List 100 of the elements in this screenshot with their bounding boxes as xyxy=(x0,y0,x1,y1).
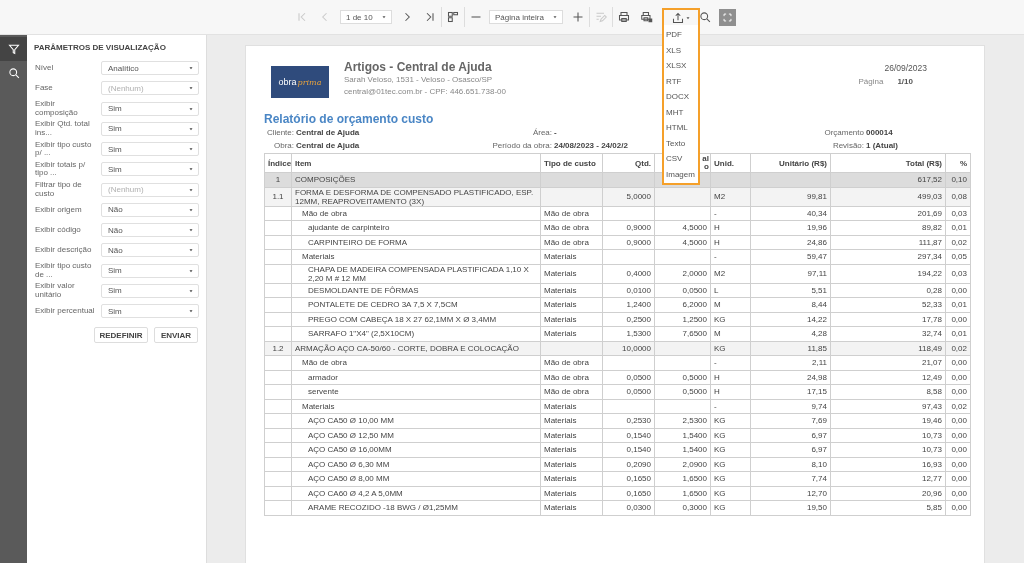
table-cell: DESMOLDANTE DE FÔRMAS xyxy=(291,283,541,298)
menu-item[interactable]: MHT xyxy=(664,104,698,120)
submit-button[interactable]: ENVIAR xyxy=(154,327,198,344)
table-cell: 4,28 xyxy=(750,326,831,341)
table-cell: Materiais xyxy=(540,428,603,443)
zoom-select[interactable]: Página inteira xyxy=(489,10,563,24)
table-cell: 40,34 xyxy=(750,206,831,221)
caret-icon xyxy=(188,65,194,72)
menu-item[interactable]: CSV xyxy=(664,151,698,167)
table-cell: M xyxy=(710,297,751,312)
meta-value: Central de Ajuda xyxy=(296,127,360,139)
menu-item[interactable]: XLSX xyxy=(664,58,698,74)
field-label: Exibir descrição xyxy=(35,246,93,255)
search-icon[interactable] xyxy=(699,11,711,23)
table-cell: CHAPA DE MADEIRA COMPENSADA PLASTIFICADA 1,10 X 2,20 M # 12 MM xyxy=(291,264,541,283)
menu-item[interactable]: XLS xyxy=(664,42,698,58)
field-label: Nível xyxy=(35,63,55,73)
page-select[interactable]: 1 de 10 xyxy=(340,10,392,24)
table-cell: - xyxy=(710,206,751,221)
table-cell: 17,15 xyxy=(750,384,831,399)
table-cell: 0,00 xyxy=(945,471,971,486)
zoom-in-icon[interactable] xyxy=(572,11,584,23)
table-cell: 2,5300 xyxy=(654,413,711,428)
select-field[interactable]: Sim xyxy=(101,263,199,278)
select-field[interactable]: Sim xyxy=(101,121,199,136)
select-field[interactable]: Sim xyxy=(101,283,199,298)
table-cell: Materiais xyxy=(540,457,603,472)
menu-item[interactable]: HTML xyxy=(664,120,698,136)
company-contact: central@01tec.com.br - CPF: 446.651.738-00 xyxy=(344,86,506,98)
table-cell: 0,00 xyxy=(945,442,971,457)
table-cell: 0,00 xyxy=(945,384,971,399)
table-cell: 201,69 xyxy=(830,206,946,221)
table-cell: 0,5000 xyxy=(654,384,711,399)
table-cell: 0,0500 xyxy=(602,384,655,399)
field-label: Exibir composição xyxy=(35,100,79,118)
table-cell: M2 xyxy=(710,264,751,283)
table-cell: Materiais xyxy=(540,283,603,298)
column-header: Total (R$) xyxy=(830,153,946,173)
meta-label: Obra: xyxy=(274,139,294,152)
multi-page-icon[interactable] xyxy=(447,11,459,23)
select-field[interactable]: Sim xyxy=(101,304,199,319)
filter-icon xyxy=(7,43,20,55)
table-cell: 59,47 xyxy=(750,249,831,264)
table-cell: 0,00 xyxy=(945,283,971,298)
page-label: Página xyxy=(858,76,884,88)
select-field[interactable]: Sim xyxy=(101,142,199,157)
select-field[interactable]: Sim xyxy=(101,101,199,116)
table-cell: Materiais xyxy=(540,442,603,457)
meta-value: 24/08/2023 - 24/02/2 xyxy=(554,139,628,152)
table-cell: 12,70 xyxy=(750,486,831,501)
table-cell: Mão de obra xyxy=(291,206,541,221)
last-page-icon[interactable] xyxy=(424,11,436,23)
table-cell: 1,2400 xyxy=(602,297,655,312)
table-cell: Materiais xyxy=(540,413,603,428)
table-cell: Materiais xyxy=(540,249,603,264)
table-cell: 52,33 xyxy=(830,297,946,312)
table-cell: 0,3000 xyxy=(654,500,711,515)
table-cell: 0,9000 xyxy=(602,235,655,250)
caret-icon xyxy=(381,14,387,20)
menu-item[interactable]: PDF xyxy=(664,27,698,43)
table-cell: 0,1540 xyxy=(602,428,655,443)
table-cell: Materiais xyxy=(540,297,603,312)
table-cell: Materiais xyxy=(540,399,603,414)
upload-icon[interactable] xyxy=(671,11,684,24)
meta-value: Central de Ajuda xyxy=(296,139,360,152)
menu-item[interactable]: Texto xyxy=(664,135,698,151)
select-field[interactable]: Não xyxy=(101,243,199,258)
select-field[interactable]: Não xyxy=(101,202,199,217)
table-cell: 0,01 xyxy=(945,326,971,341)
report-title: Relatório de orçamento custo xyxy=(264,111,434,127)
printer-icon[interactable] xyxy=(618,11,630,23)
table-cell: 6,2000 xyxy=(654,297,711,312)
logo: obraprima xyxy=(271,66,329,98)
table-cell: L xyxy=(710,283,751,298)
reset-button[interactable]: REDEFINIR xyxy=(94,327,148,344)
rail-tab[interactable] xyxy=(0,37,27,61)
fullscreen-button[interactable] xyxy=(719,8,736,26)
select-field[interactable]: Analítico xyxy=(101,61,199,76)
table-cell: CARPINTEIRO DE FORMA xyxy=(291,235,541,250)
caret-icon xyxy=(188,206,194,213)
table-cell: 7,6500 xyxy=(654,326,711,341)
select-field[interactable]: Não xyxy=(101,223,199,238)
table-cell: 0,28 xyxy=(830,283,946,298)
select-field[interactable]: Sim xyxy=(101,162,199,177)
meta-label: Área: xyxy=(532,127,552,139)
table-cell: - xyxy=(710,355,751,370)
table-cell: 32,74 xyxy=(830,326,946,341)
field-label: Exibir tipo custo p/ ... xyxy=(35,140,93,158)
table-cell: ARAME RECOZIDO -18 BWG / Ø1,25MM xyxy=(291,500,541,515)
meta-value: - xyxy=(554,127,557,139)
menu-item[interactable]: RTF xyxy=(664,73,698,89)
table-cell: 4,5000 xyxy=(654,220,711,235)
table-cell: 0,0300 xyxy=(602,500,655,515)
table-cell: 0,00 xyxy=(945,486,971,501)
table-cell: H xyxy=(710,370,751,385)
printer-icon[interactable] xyxy=(641,11,653,23)
table-cell: 4,5000 xyxy=(654,235,711,250)
table-cell: M xyxy=(710,326,751,341)
menu-item[interactable]: DOCX xyxy=(664,89,698,105)
table-cell: H xyxy=(710,235,751,250)
